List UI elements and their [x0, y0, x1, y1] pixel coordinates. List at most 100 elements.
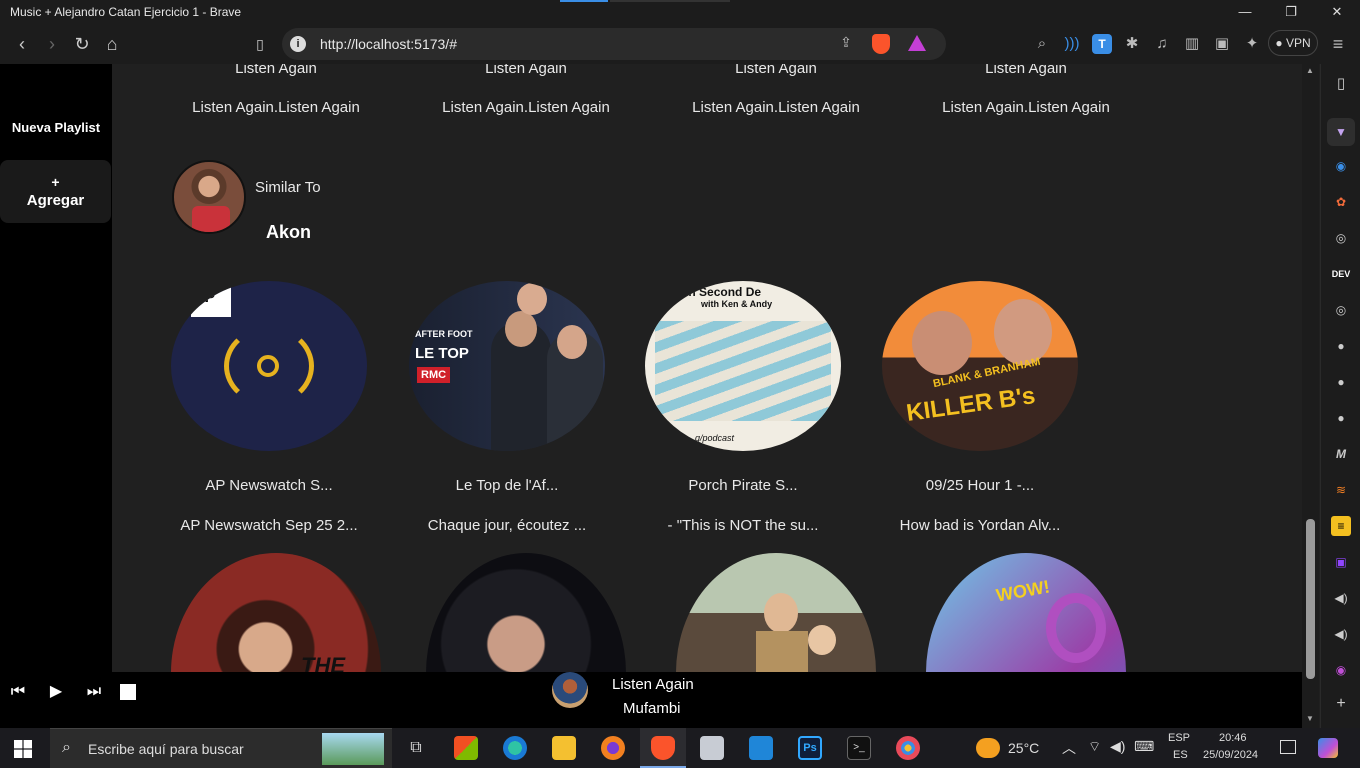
audio-icon[interactable]: ◀)	[1331, 588, 1351, 608]
app-icon[interactable]: ◎	[1331, 300, 1351, 320]
weather-temperature[interactable]: 25°C	[1008, 740, 1039, 756]
address-bar[interactable]: i http://localhost:5173/# ⇪	[282, 28, 946, 60]
news-icon[interactable]: ◉	[1331, 156, 1351, 176]
wifi-icon[interactable]: ⌔	[1088, 738, 1101, 756]
chrome-icon[interactable]: ◎	[1331, 228, 1351, 248]
bookmark-icon[interactable]: ▯	[248, 32, 272, 56]
vscode-icon[interactable]	[749, 736, 773, 760]
tray-expand-icon[interactable]: ︿	[1062, 738, 1076, 758]
language-code[interactable]: ESP	[1168, 732, 1190, 744]
translate-extension-icon[interactable]: T	[1092, 34, 1112, 54]
wallet-icon[interactable]: ▣	[1212, 34, 1232, 54]
volume-icon[interactable]: ◀)	[1110, 738, 1125, 755]
audio-icon[interactable]: ◀)	[1331, 624, 1351, 644]
maximize-button[interactable]: ❐	[1268, 2, 1314, 22]
back-icon[interactable]: ‹	[10, 32, 34, 56]
music-icon[interactable]: ♫	[1152, 34, 1172, 54]
add-panel-icon[interactable]: +	[1331, 694, 1351, 714]
globe-icon[interactable]: ●	[1331, 372, 1351, 392]
site-info-icon[interactable]: i	[290, 36, 306, 52]
close-button[interactable]: ✕	[1314, 2, 1360, 22]
medium-icon[interactable]: M	[1331, 444, 1351, 464]
store-icon[interactable]	[454, 736, 478, 760]
taskbar-search[interactable]: ⌕ Escribe aquí para buscar	[50, 728, 392, 768]
url-text[interactable]: http://localhost:5173/#	[320, 36, 457, 52]
clock-time[interactable]: 20:46	[1219, 732, 1247, 744]
page-scrollbar[interactable]: ▲ ▼	[1302, 64, 1319, 728]
next-track-icon[interactable]: ⏭	[82, 680, 106, 704]
album-cover[interactable]: THE	[171, 553, 381, 672]
leo-ai-icon[interactable]: ✦	[1242, 34, 1262, 54]
app-icon[interactable]	[700, 736, 724, 760]
podcast-icon[interactable]: ◉	[1331, 660, 1351, 680]
card-title[interactable]: Listen Again	[151, 64, 401, 77]
paint-icon[interactable]	[896, 736, 920, 760]
signal-center-icon	[257, 355, 279, 377]
zoom-icon[interactable]: ⌕	[1032, 34, 1052, 54]
share-icon[interactable]: ⇪	[836, 34, 856, 54]
extensions-icon[interactable]: ✱	[1122, 34, 1142, 54]
weather-icon[interactable]	[976, 738, 1000, 758]
dev-icon[interactable]: DEV	[1331, 264, 1351, 284]
search-placeholder[interactable]: Escribe aquí para buscar	[88, 741, 244, 757]
brave-shields-icon[interactable]	[872, 34, 890, 54]
play-icon[interactable]: ▶	[44, 680, 68, 704]
podcast-cover-seven-second[interactable]: ven Second De with Ken & Andy g/podcast	[645, 281, 841, 451]
stackoverflow-icon[interactable]: ≋	[1331, 480, 1351, 500]
tab-indicator-inactive[interactable]	[610, 0, 730, 2]
twitch-icon[interactable]: ▣	[1331, 552, 1351, 572]
podcast-cover-killer-bs[interactable]: BLANK & BRANHAM KILLER B's	[882, 281, 1078, 451]
menu-icon[interactable]: ≡	[1328, 34, 1348, 54]
scroll-thumb[interactable]	[1306, 519, 1315, 679]
keyboard-icon[interactable]: ⌨	[1134, 738, 1154, 755]
vpn-button[interactable]: ● VPN	[1268, 30, 1318, 56]
card-title[interactable]: Le Top de l'Af...	[382, 477, 632, 494]
panel-toggle-icon[interactable]: ▯	[1331, 74, 1351, 94]
album-cover[interactable]	[676, 553, 876, 672]
album-cover[interactable]	[426, 553, 626, 672]
globe-icon[interactable]: ●	[1331, 408, 1351, 428]
reload-icon[interactable]: ↻	[70, 32, 94, 56]
card-title[interactable]: 09/25 Hour 1 -...	[855, 477, 1105, 494]
start-icon[interactable]	[14, 740, 32, 758]
album-cover[interactable]: WOW!	[926, 553, 1126, 672]
leo-icon[interactable]: ▼	[1327, 118, 1355, 146]
clock-date[interactable]: 25/09/2024	[1203, 749, 1258, 761]
similar-artist-name[interactable]: Akon	[266, 222, 311, 243]
terminal-icon[interactable]: >_	[847, 736, 871, 760]
globe-icon[interactable]: ●	[1331, 336, 1351, 356]
file-explorer-icon[interactable]	[552, 736, 576, 760]
edge-icon[interactable]	[503, 736, 527, 760]
card-title[interactable]: Listen Again	[901, 64, 1151, 77]
add-button[interactable]: + Agregar	[0, 160, 111, 223]
forward-icon[interactable]: ›	[40, 32, 64, 56]
brave-icon[interactable]	[651, 736, 675, 760]
notification-icon[interactable]	[1280, 740, 1296, 754]
brave-rewards-icon[interactable]	[908, 35, 926, 51]
task-view-icon[interactable]: ⧉	[404, 736, 428, 760]
notes-icon[interactable]: ≡	[1331, 516, 1351, 536]
figma-icon[interactable]: ✿	[1331, 192, 1351, 212]
stop-icon[interactable]	[120, 684, 136, 700]
card-title[interactable]: Listen Again	[401, 64, 651, 77]
wireless-icon[interactable]: )))	[1062, 34, 1082, 54]
scroll-down-icon[interactable]: ▼	[1306, 714, 1314, 723]
home-icon[interactable]: ⌂	[100, 32, 124, 56]
sidebar-toggle-icon[interactable]: ▥	[1182, 34, 1202, 54]
photoshop-icon[interactable]: Ps	[798, 736, 822, 760]
copilot-icon[interactable]	[1318, 738, 1338, 758]
keyboard-layout[interactable]: ES	[1173, 749, 1188, 761]
new-playlist-button[interactable]: Nueva Playlist	[0, 96, 112, 156]
minimize-button[interactable]: —	[1222, 2, 1268, 22]
card-title[interactable]: AP Newswatch S...	[144, 477, 394, 494]
tab-indicator[interactable]	[560, 0, 608, 2]
now-playing-cover[interactable]	[552, 672, 588, 708]
card-title[interactable]: Porch Pirate S...	[618, 477, 868, 494]
card-title[interactable]: Listen Again	[651, 64, 901, 77]
previous-track-icon[interactable]: ⏮	[6, 680, 30, 704]
podcast-cover-rmc[interactable]: AFTER FOOT LE TOP RMC	[409, 281, 605, 451]
firefox-icon[interactable]	[601, 736, 625, 760]
podcast-cover-ap[interactable]: AP	[171, 281, 367, 451]
artist-avatar[interactable]	[172, 160, 246, 234]
scroll-up-icon[interactable]: ▲	[1306, 66, 1314, 75]
